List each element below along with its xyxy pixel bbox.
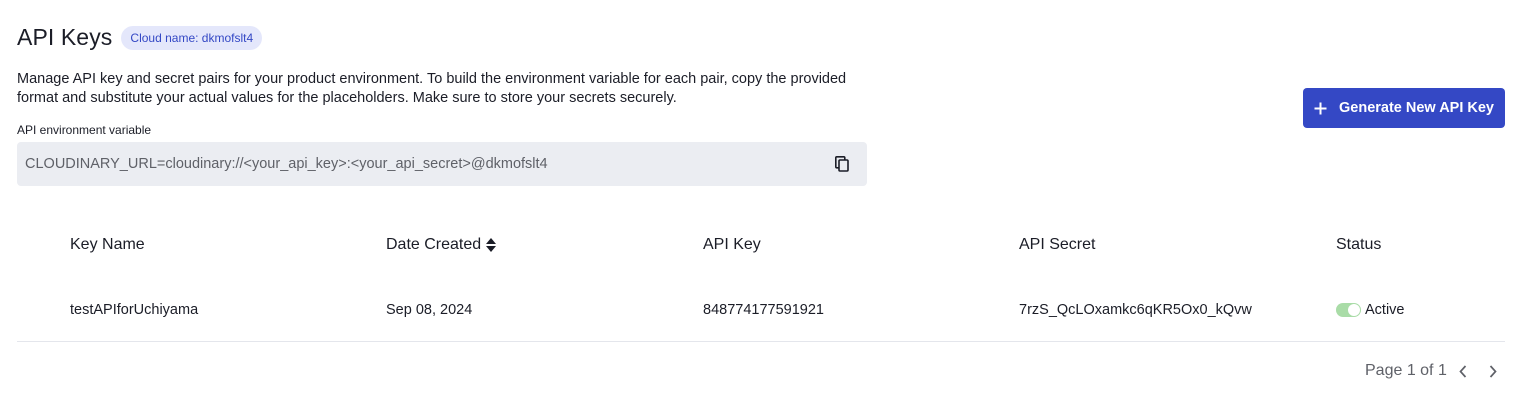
column-header-date-created[interactable]: Date Created: [386, 236, 497, 254]
row-divider: [17, 341, 1505, 342]
generate-new-api-key-button[interactable]: Generate New API Key: [1303, 88, 1505, 128]
title-row: API Keys Cloud name: dkmofslt4: [17, 24, 263, 51]
api-keys-page: API Keys Cloud name: dkmofslt4 Manage AP…: [0, 0, 1524, 401]
status-label: Active: [1365, 302, 1405, 318]
env-variable-field: CLOUDINARY_URL=cloudinary://<your_api_ke…: [17, 142, 867, 186]
chevron-right-icon[interactable]: [1485, 361, 1501, 381]
plus-icon: [1314, 102, 1327, 115]
cell-api-secret: 7rzS_QcLOxamkc6qKR5Ox0_kQvw: [1019, 302, 1252, 318]
chevron-left-icon[interactable]: [1455, 361, 1471, 381]
column-header-api-key: API Key: [703, 236, 761, 253]
copy-icon[interactable]: [833, 154, 851, 174]
status-toggle[interactable]: [1336, 303, 1361, 317]
column-header-api-secret: API Secret: [1019, 236, 1096, 253]
page-title: API Keys: [17, 24, 113, 50]
sort-icon[interactable]: [485, 237, 497, 253]
cell-key-name: testAPIforUchiyama: [70, 302, 199, 318]
column-header-status: Status: [1336, 236, 1382, 253]
cell-api-key: 848774177591921: [703, 302, 824, 318]
pagination: Page 1 of 1: [1365, 361, 1501, 381]
column-header-date-created-label: Date Created: [386, 236, 482, 253]
env-variable-value: CLOUDINARY_URL=cloudinary://<your_api_ke…: [25, 156, 548, 172]
page-info: Page 1 of 1: [1365, 362, 1447, 379]
column-header-key-name: Key Name: [70, 236, 145, 253]
cell-status: Active: [1336, 302, 1405, 318]
cloud-name-badge: Cloud name: dkmofslt4: [121, 25, 263, 50]
cell-date-created: Sep 08, 2024: [386, 302, 473, 318]
env-variable-label: API environment variable: [17, 123, 152, 137]
generate-button-label: Generate New API Key: [1339, 100, 1494, 116]
page-description: Manage API key and secret pairs for your…: [17, 71, 847, 106]
